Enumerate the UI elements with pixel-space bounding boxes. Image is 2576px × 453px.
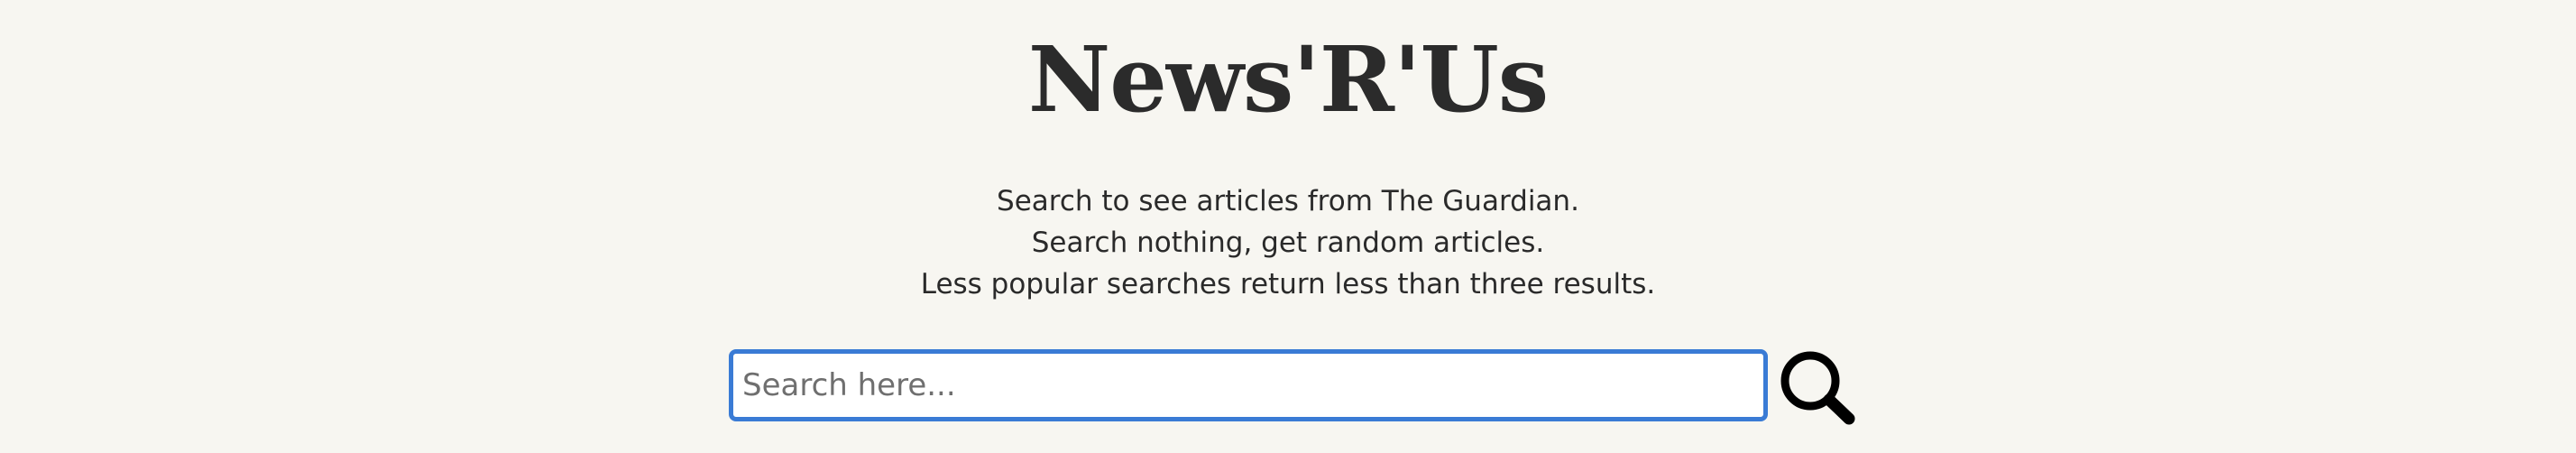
intro-line-random: Search nothing, get random articles. xyxy=(1031,226,1545,259)
search-icon xyxy=(1777,349,1858,427)
intro-line-guardian: Search to see articles from The Guardian… xyxy=(997,185,1579,217)
page: News'R'Us Search to see articles from Th… xyxy=(0,0,2576,453)
site-title: News'R'Us xyxy=(1027,26,1549,133)
intro-text: Search to see articles from The Guardian… xyxy=(0,180,2576,305)
search-button[interactable] xyxy=(1777,349,1858,427)
search-bar xyxy=(729,349,1856,425)
search-input[interactable] xyxy=(729,349,1768,421)
intro-line-results: Less popular searches return less than t… xyxy=(920,268,1656,300)
